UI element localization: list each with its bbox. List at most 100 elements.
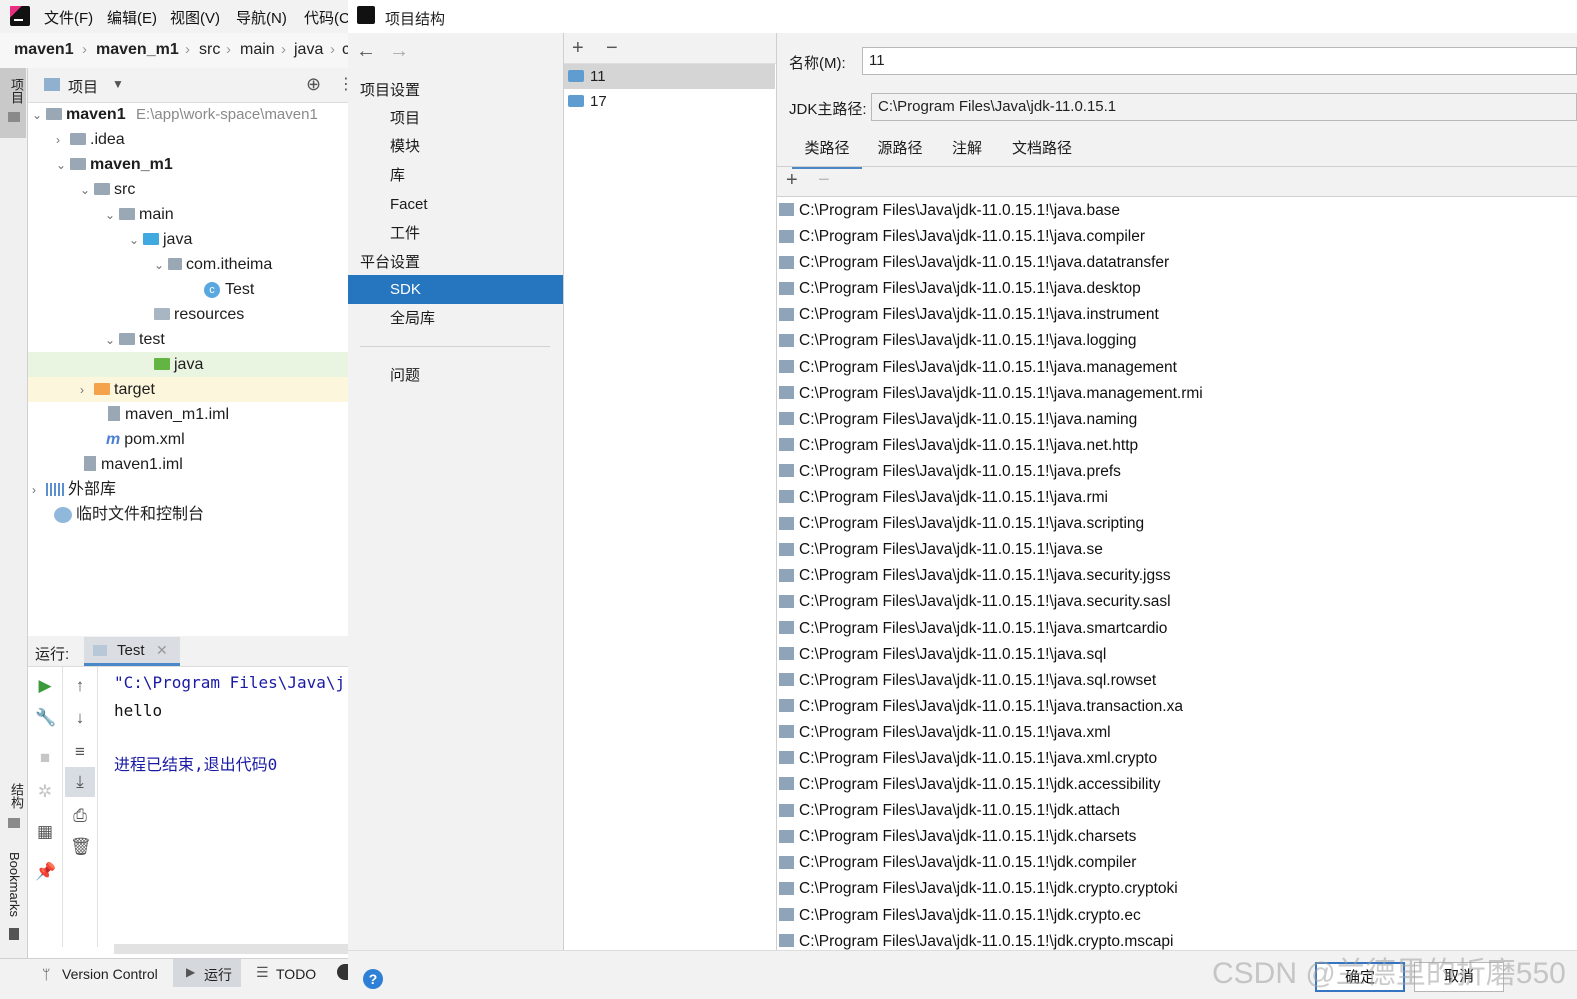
breadcrumb-item[interactable]: java — [294, 41, 323, 59]
version-control-tab[interactable]: Version Control — [62, 966, 158, 982]
tree-row[interactable]: ⌄ java — [129, 227, 192, 252]
jdk-home-path-field[interactable]: C:\Program Files\Java\jdk-11.0.15.1 — [871, 93, 1577, 121]
nav-item-facet[interactable]: Facet — [348, 190, 563, 219]
breadcrumb-item[interactable]: maven_m1 — [96, 41, 179, 59]
sdk-list-item[interactable]: 11 — [564, 64, 775, 89]
classpath-entry[interactable]: C:\Program Files\Java\jdk-11.0.15.1!\jdk… — [779, 903, 1577, 929]
bookmarks-tool-tab[interactable]: Bookmarks — [7, 852, 22, 917]
breadcrumb-item[interactable]: src — [199, 41, 220, 59]
chevron-right-icon[interactable]: › — [56, 128, 70, 153]
breadcrumb-item[interactable]: main — [240, 41, 275, 59]
chevron-down-icon[interactable]: ▼ — [112, 77, 124, 91]
tab-annotations[interactable]: 注解 — [944, 138, 990, 166]
back-arrow-icon[interactable]: ← — [356, 40, 376, 63]
project-panel-title[interactable]: 项目 — [68, 76, 98, 97]
remove-icon[interactable]: − — [818, 169, 830, 192]
name-input[interactable]: 11 — [862, 47, 1577, 75]
classpath-entry[interactable]: C:\Program Files\Java\jdk-11.0.15.1!\jav… — [779, 381, 1577, 407]
chevron-right-icon[interactable]: › — [80, 378, 94, 403]
classpath-entry[interactable]: C:\Program Files\Java\jdk-11.0.15.1!\jav… — [779, 355, 1577, 381]
tree-row[interactable]: c Test — [204, 277, 254, 302]
print-icon[interactable]: ⎙ — [70, 806, 90, 826]
classpath-entry[interactable]: C:\Program Files\Java\jdk-11.0.15.1!\jdk… — [779, 798, 1577, 824]
chevron-down-icon[interactable]: ⌄ — [105, 328, 119, 353]
todo-tab[interactable]: TODO — [276, 966, 316, 982]
classpath-entry[interactable]: C:\Program Files\Java\jdk-11.0.15.1!\jav… — [779, 511, 1577, 537]
tree-row[interactable]: › 外部库 — [32, 477, 116, 502]
help-icon[interactable]: ? — [363, 969, 383, 989]
menu-code[interactable]: 代码(C — [304, 7, 350, 28]
classpath-entry[interactable]: C:\Program Files\Java\jdk-11.0.15.1!\jav… — [779, 302, 1577, 328]
debug-icon[interactable]: ✲ — [35, 782, 55, 802]
chevron-down-icon[interactable]: ⌄ — [154, 253, 168, 278]
nav-item-modules[interactable]: 模块 — [348, 132, 563, 161]
remove-icon[interactable]: − — [606, 37, 618, 60]
run-tab-label[interactable]: Test — [117, 642, 145, 659]
classpath-entry[interactable]: C:\Program Files\Java\jdk-11.0.15.1!\jav… — [779, 746, 1577, 772]
structure-tool-tab[interactable]: 结构 — [7, 783, 26, 809]
pin-icon[interactable]: 📌 — [35, 862, 56, 882]
nav-item-global-libraries[interactable]: 全局库 — [348, 304, 563, 333]
chevron-down-icon[interactable]: ⌄ — [56, 153, 70, 178]
chevron-down-icon[interactable]: ⌄ — [129, 228, 143, 253]
rerun-icon[interactable]: ▶ — [35, 676, 55, 696]
soft-wrap-icon[interactable]: ≡ — [70, 742, 90, 762]
tree-row[interactable]: maven1.iml — [84, 452, 183, 477]
menu-file[interactable]: 文件(F) — [44, 7, 93, 28]
tree-row[interactable]: ⌄ test — [105, 327, 165, 352]
tree-row[interactable]: › target — [80, 377, 155, 402]
nav-item-libraries[interactable]: 库 — [348, 161, 563, 190]
arrow-down-icon[interactable]: ↓ — [70, 708, 90, 728]
classpath-entry[interactable]: C:\Program Files\Java\jdk-11.0.15.1!\jav… — [779, 694, 1577, 720]
tree-row[interactable]: m pom.xml — [106, 427, 185, 452]
tree-row[interactable]: java — [154, 352, 203, 377]
classpath-entry[interactable]: C:\Program Files\Java\jdk-11.0.15.1!\jav… — [779, 485, 1577, 511]
tree-row[interactable]: › .idea — [56, 127, 125, 152]
classpath-entry[interactable]: C:\Program Files\Java\jdk-11.0.15.1!\jav… — [779, 250, 1577, 276]
classpath-entry[interactable]: C:\Program Files\Java\jdk-11.0.15.1!\jdk… — [779, 850, 1577, 876]
wrench-icon[interactable]: 🔧 — [35, 708, 56, 728]
nav-item-problems[interactable]: 问题 — [348, 361, 563, 390]
classpath-entry[interactable]: C:\Program Files\Java\jdk-11.0.15.1!\jav… — [779, 224, 1577, 250]
project-tool-tab-label[interactable]: 项目 — [7, 78, 26, 104]
classpath-entry[interactable]: C:\Program Files\Java\jdk-11.0.15.1!\jav… — [779, 720, 1577, 746]
classpath-entry[interactable]: C:\Program Files\Java\jdk-11.0.15.1!\jav… — [779, 328, 1577, 354]
arrow-up-icon[interactable]: ↑ — [70, 676, 90, 696]
classpath-entry[interactable]: C:\Program Files\Java\jdk-11.0.15.1!\jav… — [779, 616, 1577, 642]
classpath-entry[interactable]: C:\Program Files\Java\jdk-11.0.15.1!\jdk… — [779, 824, 1577, 850]
close-icon[interactable]: ✕ — [156, 642, 168, 659]
classpath-entry[interactable]: C:\Program Files\Java\jdk-11.0.15.1!\jav… — [779, 589, 1577, 615]
tree-row[interactable]: ⌄ com.itheima — [154, 252, 272, 277]
layout-icon[interactable]: ▦ — [35, 822, 55, 842]
nav-item-artifacts[interactable]: 工件 — [348, 219, 563, 248]
tree-row[interactable]: ⌄ src — [80, 177, 135, 202]
tab-documentation-paths[interactable]: 文档路径 — [1004, 138, 1080, 166]
chevron-right-icon[interactable]: › — [32, 478, 46, 503]
classpath-entry[interactable]: C:\Program Files\Java\jdk-11.0.15.1!\jdk… — [779, 876, 1577, 902]
tree-row[interactable]: maven_m1.iml — [108, 402, 229, 427]
breadcrumb-item[interactable]: maven1 — [14, 41, 74, 59]
chevron-down-icon[interactable]: ⌄ — [80, 178, 94, 203]
add-icon[interactable]: + — [572, 37, 584, 60]
console-output[interactable]: "C:\Program Files\Java\j hello 进程已结束,退出代… — [114, 672, 348, 942]
nav-item-sdk[interactable]: SDK — [348, 275, 563, 304]
tree-row[interactable]: resources — [154, 302, 244, 327]
classpath-entry[interactable]: C:\Program Files\Java\jdk-11.0.15.1!\jav… — [779, 198, 1577, 224]
stop-icon[interactable]: ■ — [35, 748, 55, 768]
classpath-entry[interactable]: C:\Program Files\Java\jdk-11.0.15.1!\jav… — [779, 276, 1577, 302]
tree-row[interactable]: 临时文件和控制台 — [54, 502, 204, 527]
locate-icon[interactable]: ⊕ — [306, 74, 321, 95]
classpath-entry[interactable]: C:\Program Files\Java\jdk-11.0.15.1!\jdk… — [779, 772, 1577, 798]
menu-edit[interactable]: 编辑(E) — [107, 7, 157, 28]
classpath-entry[interactable]: C:\Program Files\Java\jdk-11.0.15.1!\jav… — [779, 642, 1577, 668]
menu-view[interactable]: 视图(V) — [170, 7, 220, 28]
menu-navigate[interactable]: 导航(N) — [236, 7, 287, 28]
tree-row[interactable]: ⌄ main — [105, 202, 174, 227]
classpath-list[interactable]: C:\Program Files\Java\jdk-11.0.15.1!\jav… — [777, 196, 1577, 951]
classpath-entry[interactable]: C:\Program Files\Java\jdk-11.0.15.1!\jav… — [779, 537, 1577, 563]
classpath-entry[interactable]: C:\Program Files\Java\jdk-11.0.15.1!\jav… — [779, 459, 1577, 485]
nav-item-project[interactable]: 项目 — [348, 104, 563, 133]
add-icon[interactable]: + — [786, 169, 798, 192]
classpath-entry[interactable]: C:\Program Files\Java\jdk-11.0.15.1!\jav… — [779, 407, 1577, 433]
chevron-down-icon[interactable]: ⌄ — [105, 203, 119, 228]
